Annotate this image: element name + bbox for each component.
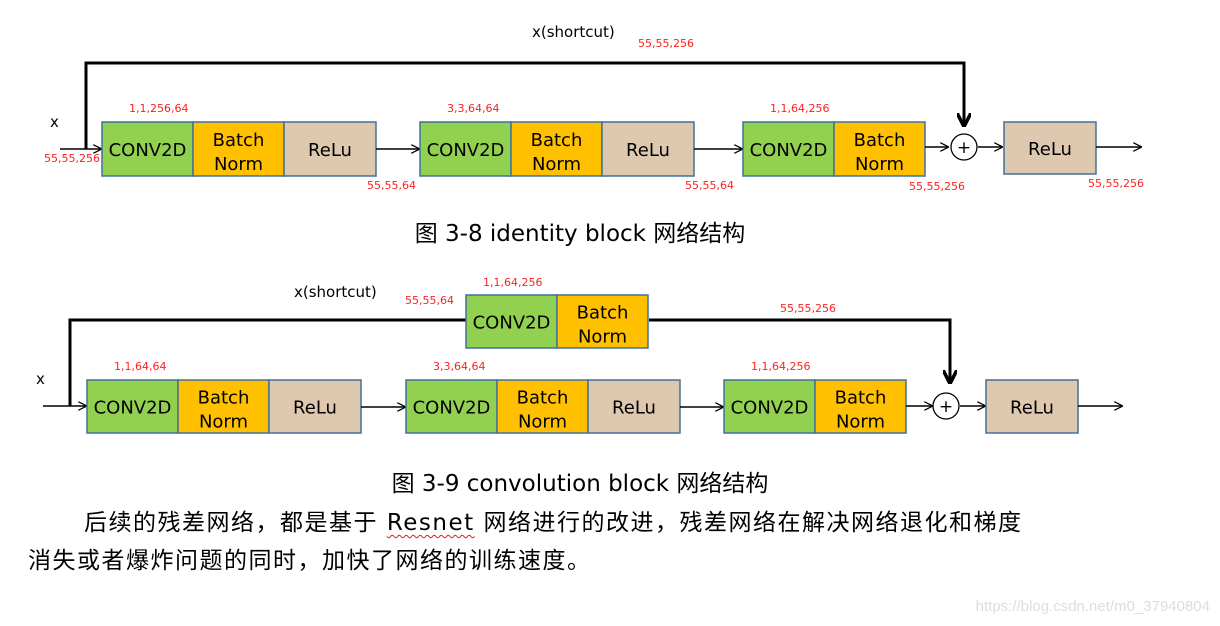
conv2d-box: CONV2D <box>723 379 816 434</box>
kernel-dims-label: 1,1,64,256 <box>770 102 829 115</box>
conv2d-box-label: CONV2D <box>427 140 505 161</box>
batchnorm-box: Batch Norm <box>814 379 907 434</box>
relu-box-label: ReLu <box>293 398 337 419</box>
shortcut-label: x(shortcut) <box>532 23 615 41</box>
shortcut-conv2d-box: CONV2D <box>465 294 558 349</box>
conv2d-box: CONV2D <box>86 379 179 434</box>
relu-box: ReLu <box>283 121 377 177</box>
batchnorm-box-label: Norm <box>199 412 248 433</box>
shortcut-batchnorm-box-label: Norm <box>578 327 627 348</box>
conv2d-box-label: CONV2D <box>413 398 491 419</box>
conv2d-box: CONV2D <box>742 121 835 177</box>
batchnorm-box-label: Batch <box>517 388 569 409</box>
kernel-dims-label: 3,3,64,64 <box>447 102 499 115</box>
shortcut-batchnorm-box: Batch Norm <box>556 294 649 349</box>
paragraph-line-2: 消失或者爆炸问题的同时，加快了网络的训练速度。 <box>28 548 592 574</box>
convolution-block-diagram: xx(shortcut) 55,55,6455,55,256CONV2D Batch… <box>36 276 1122 434</box>
kernel-dims-label: 1,1,64,256 <box>751 360 810 373</box>
final-relu-box: ReLu <box>1003 121 1097 175</box>
batchnorm-box-label: Batch <box>531 130 583 151</box>
stage-3: CONV2D Batch Norm 1,1,64,256 <box>723 360 907 434</box>
batchnorm-box-label: Norm <box>532 154 581 175</box>
paragraph-line-1: 后续的残差网络，都是基于 Resnet 网络进行的改进，残差网络在解决网络退化和… <box>28 504 1188 542</box>
conv2d-box-label: CONV2D <box>731 398 809 419</box>
batchnorm-box-label: Norm <box>214 154 263 175</box>
relu-box-label: ReLu <box>626 140 670 161</box>
output-dims-label: 55,55,256 <box>909 180 965 193</box>
stage-2: CONV2D Batch Norm ReLu 3,3,64,64 <box>405 360 681 434</box>
input-label: x <box>50 113 59 131</box>
relu-box: ReLu <box>587 379 681 434</box>
conv2d-box-label: CONV2D <box>750 140 828 161</box>
input-dims-label: 55,55,256 <box>44 152 100 165</box>
batchnorm-box-label: Batch <box>213 130 265 151</box>
final-relu-box-label: ReLu <box>1028 139 1072 160</box>
shortcut-stage: CONV2D Batch Norm 1,1,64,256 <box>465 276 649 349</box>
identity-block-diagram: x55,55,256x(shortcut)55,55,256CONV2D Batc… <box>44 23 1144 193</box>
spellcheck-word: Resnet <box>386 510 475 536</box>
shortcut-kernel-dims-label: 1,1,64,256 <box>483 276 542 289</box>
batchnorm-box-label: Norm <box>518 412 567 433</box>
kernel-dims-label: 1,1,64,64 <box>114 360 166 373</box>
relu-box: ReLu <box>601 121 695 177</box>
add-node: + <box>950 133 978 161</box>
relu-box-label: ReLu <box>612 398 656 419</box>
stage-1: CONV2D Batch Norm ReLu 1,1,64,64 <box>86 360 362 434</box>
batchnorm-box-label: Batch <box>854 130 906 151</box>
stage-1: CONV2D Batch Norm ReLu 1,1,256,64 <box>101 102 377 177</box>
batchnorm-box: Batch Norm <box>496 379 589 434</box>
stage-2: CONV2D Batch Norm ReLu 3,3,64,64 <box>419 102 695 177</box>
body-paragraph: 后续的残差网络，都是基于 Resnet 网络进行的改进，残差网络在解决网络退化和… <box>28 504 1188 580</box>
add-symbol: + <box>957 138 971 158</box>
kernel-dims-label: 1,1,256,64 <box>129 102 188 115</box>
final-relu-box-label: ReLu <box>1010 398 1054 419</box>
conv2d-box: CONV2D <box>101 121 194 177</box>
output-dims-label: 55,55,64 <box>367 179 416 192</box>
input-label: x <box>36 370 45 388</box>
add-symbol: + <box>939 397 953 417</box>
conv2d-box-label: CONV2D <box>109 140 187 161</box>
final-relu-box: ReLu <box>985 379 1079 434</box>
identity-block-caption: 图 3-8 identity block 网络结构 <box>414 221 746 247</box>
output-dims-label: 55,55,64 <box>685 179 734 192</box>
batchnorm-box-label: Norm <box>836 412 885 433</box>
relu-box: ReLu <box>268 379 362 434</box>
relu-box-label: ReLu <box>308 140 352 161</box>
conv2d-box: CONV2D <box>405 379 498 434</box>
final-dims-label: 55,55,256 <box>1088 177 1144 190</box>
paragraph-text: 网络进行的改进，残差网络在解决网络退化和梯度 <box>474 510 1023 536</box>
shortcut-conv2d-box-label: CONV2D <box>473 313 551 334</box>
batchnorm-box: Batch Norm <box>177 379 270 434</box>
shortcut-label: x(shortcut) <box>294 283 377 301</box>
batchnorm-box: Batch Norm <box>192 121 285 177</box>
shortcut-dims-label: 55,55,256 <box>638 37 694 50</box>
shortcut-in-dims-label: 55,55,64 <box>405 294 454 307</box>
stage-3: CONV2D Batch Norm 1,1,64,256 <box>742 102 926 177</box>
shortcut-out-dims-label: 55,55,256 <box>780 302 836 315</box>
conv2d-box: CONV2D <box>419 121 512 177</box>
kernel-dims-label: 3,3,64,64 <box>433 360 485 373</box>
batchnorm-box-label: Batch <box>835 388 887 409</box>
conv2d-box-label: CONV2D <box>94 398 172 419</box>
batchnorm-box: Batch Norm <box>510 121 603 177</box>
batchnorm-box-label: Norm <box>855 154 904 175</box>
batchnorm-box: Batch Norm <box>833 121 926 177</box>
paragraph-text: 后续的残差网络，都是基于 <box>84 510 387 536</box>
shortcut-batchnorm-box-label: Batch <box>577 303 629 324</box>
watermark: https://blog.csdn.net/m0_37940804 <box>975 598 1210 615</box>
add-node: + <box>932 392 960 420</box>
conv-block-caption: 图 3-9 convolution block 网络结构 <box>391 471 769 497</box>
batchnorm-box-label: Batch <box>198 388 250 409</box>
